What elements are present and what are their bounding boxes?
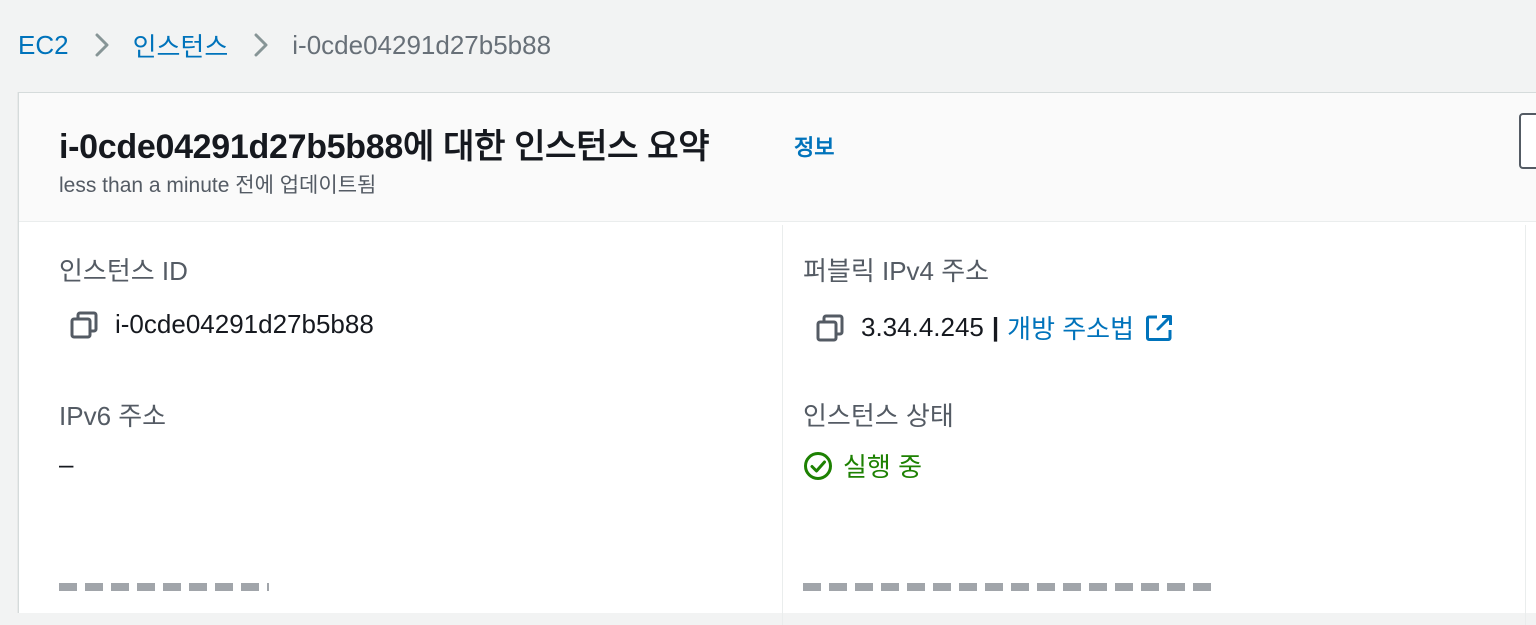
- value-separator: |: [991, 312, 1000, 342]
- instance-summary-panel: i-0cde04291d27b5b88에 대한 인스턴스 요약 정보 less …: [18, 92, 1536, 625]
- chevron-right-icon: [248, 33, 274, 57]
- breadcrumb-instances[interactable]: 인스턴스: [133, 27, 229, 64]
- instance-id-value: i-0cde04291d27b5b88: [69, 309, 374, 340]
- header-action-button[interactable]: [1519, 113, 1536, 169]
- breadcrumb-ec2[interactable]: EC2: [18, 30, 69, 61]
- instance-state-text: 실행 중: [843, 452, 922, 482]
- open-address-link[interactable]: 개방 주소법: [1007, 309, 1134, 346]
- chevron-right-icon: [89, 33, 115, 57]
- page-title: i-0cde04291d27b5b88에 대한 인스턴스 요약: [59, 128, 710, 166]
- external-link-icon[interactable]: [1144, 313, 1174, 343]
- public-ipv4-value: 3.34.4.245 | 개방 주소법: [815, 309, 1174, 346]
- public-ipv4-label: 퍼블릭 IPv4 주소: [803, 256, 990, 286]
- breadcrumb: EC2 인스턴스 i-0cde04291d27b5b88: [18, 26, 551, 64]
- copy-icon[interactable]: [815, 313, 845, 343]
- last-updated-text: less than a minute 전에 업데이트됨: [59, 174, 377, 197]
- panel-header: i-0cde04291d27b5b88에 대한 인스턴스 요약 정보 less …: [19, 93, 1536, 222]
- column-divider: [782, 225, 783, 625]
- public-ipv4-text: 3.34.4.245: [861, 312, 984, 342]
- check-circle-icon: [803, 451, 833, 481]
- cut-off-field-label: [803, 577, 1223, 591]
- breadcrumb-current-instance: i-0cde04291d27b5b88: [292, 29, 552, 60]
- instance-id-label: 인스턴스 ID: [59, 256, 188, 286]
- column-divider: [1525, 225, 1526, 625]
- cut-off-field-label: [59, 577, 279, 591]
- copy-icon[interactable]: [69, 310, 99, 340]
- instance-id-text: i-0cde04291d27b5b88: [115, 309, 374, 339]
- info-link[interactable]: 정보: [794, 130, 834, 162]
- ipv6-value: –: [59, 449, 74, 479]
- instance-state-label: 인스턴스 상태: [803, 401, 954, 431]
- instance-state-value: 실행 중: [803, 447, 922, 484]
- ipv6-label: IPv6 주소: [59, 401, 167, 431]
